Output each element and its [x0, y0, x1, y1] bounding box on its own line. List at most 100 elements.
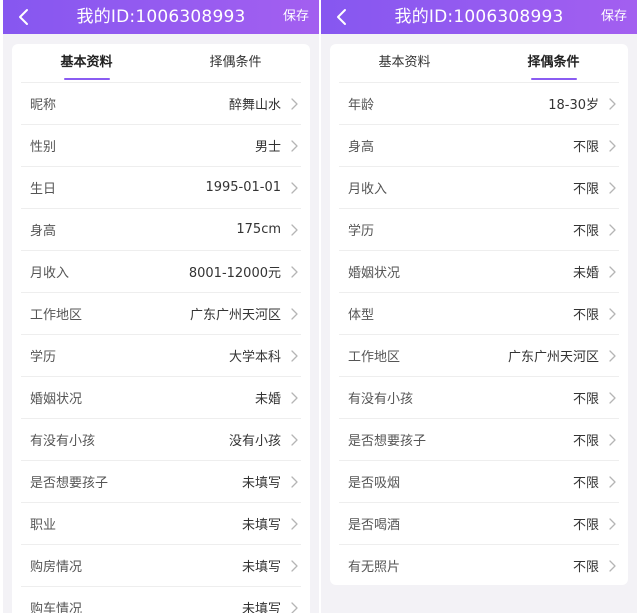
profile-field-list: 昵称 醉舞山水性别 男士生日 1995-01-01 身高 175cm 月收入 8001-120…	[12, 82, 310, 613]
page-title: 我的ID:1006308993	[394, 7, 564, 27]
chevron-right-icon	[607, 223, 617, 236]
tab-basic-info[interactable]: 基本资料	[330, 44, 479, 82]
field-label: 身高	[348, 140, 375, 155]
field-label: 性别	[30, 140, 57, 155]
chevron-right-icon	[607, 97, 617, 110]
field-value: 18-30岁	[548, 98, 599, 113]
page-title: 我的ID:1006308993	[76, 7, 246, 27]
field-label: 婚姻状况	[30, 392, 83, 407]
chevron-right-icon	[289, 475, 299, 488]
field-value: 没有小孩	[228, 434, 281, 449]
field-label: 有没有小孩	[30, 434, 96, 449]
field-label: 有没有小孩	[348, 392, 414, 407]
tab-label: 基本资料	[60, 55, 113, 70]
field-label: 月收入	[30, 266, 70, 281]
chevron-right-icon	[289, 559, 299, 572]
list-item[interactable]: 身高 175cm	[21, 208, 301, 250]
chevron-right-icon	[607, 433, 617, 446]
field-label: 生日	[30, 182, 57, 197]
chevron-right-icon	[289, 349, 299, 362]
save-button[interactable]: 保存	[283, 8, 309, 26]
chevron-right-icon	[607, 181, 617, 194]
app-header: 我的ID:1006308993 保存	[321, 0, 637, 34]
tab-basic-info[interactable]: 基本资料	[12, 44, 161, 82]
field-label: 是否想要孩子	[348, 434, 427, 449]
field-label: 年龄	[348, 98, 375, 113]
field-label: 工作地区	[30, 308, 83, 323]
criteria-field-list: 年龄 18-30岁 身高 不限 月收入 不限 学历 不限 婚姻状况 未婚 体型 不限 工作地区 广东广州天…	[330, 82, 628, 585]
field-label: 是否吸烟	[348, 476, 401, 491]
field-label: 体型	[348, 308, 375, 323]
list-item[interactable]: 生日 1995-01-01	[21, 166, 301, 208]
list-item[interactable]: 月收入 不限	[339, 166, 619, 208]
chevron-right-icon	[289, 223, 299, 236]
field-value: 不限	[572, 476, 599, 491]
list-item[interactable]: 是否吸烟 不限	[339, 460, 619, 502]
chevron-right-icon	[607, 475, 617, 488]
list-item[interactable]: 学历 不限	[339, 208, 619, 250]
field-value: 不限	[572, 434, 599, 449]
chevron-right-icon	[607, 559, 617, 572]
field-value: 未填写	[241, 476, 281, 491]
list-item[interactable]: 月收入 8001-12000元	[21, 250, 301, 292]
list-item[interactable]: 是否想要孩子 未填写	[21, 460, 301, 502]
list-item[interactable]: 有没有小孩 不限	[339, 376, 619, 418]
active-tab-indicator	[63, 78, 110, 80]
chevron-right-icon	[289, 433, 299, 446]
list-item[interactable]: 婚姻状况 未婚	[21, 376, 301, 418]
chevron-right-icon	[607, 349, 617, 362]
field-label: 是否喝酒	[348, 518, 401, 533]
list-item[interactable]: 体型 不限	[339, 292, 619, 334]
field-value: 1995-01-01	[205, 180, 281, 195]
app-header: 我的ID:1006308993 保存	[3, 0, 319, 34]
back-button[interactable]	[333, 8, 351, 26]
field-value: 未婚	[254, 392, 281, 407]
back-button[interactable]	[15, 8, 33, 26]
chevron-left-icon	[337, 9, 346, 25]
field-value: 广东广州天河区	[189, 308, 281, 323]
tab-partner-criteria[interactable]: 择偶条件	[161, 44, 310, 82]
profile-screen-basic: 我的ID:1006308993 保存 基本资料 择偶条件 昵称 醉舞山水性别 男士生…	[3, 0, 319, 613]
list-item[interactable]: 工作地区 广东广州天河区	[339, 334, 619, 376]
field-value: 不限	[572, 140, 599, 155]
field-label: 学历	[348, 224, 375, 239]
field-value: 醉舞山水	[228, 98, 281, 113]
field-value: 男士	[254, 140, 281, 155]
list-item[interactable]: 年龄 18-30岁	[339, 82, 619, 124]
tab-label: 择偶条件	[527, 55, 580, 70]
list-item[interactable]: 是否想要孩子 不限	[339, 418, 619, 460]
chevron-left-icon	[19, 9, 28, 25]
field-value: 未婚	[572, 266, 599, 281]
field-label: 婚姻状况	[348, 266, 401, 281]
list-item[interactable]: 购车情况 未填写	[21, 586, 301, 613]
profile-screen-criteria: 我的ID:1006308993 保存 基本资料 择偶条件 年龄 18-30岁 身高不…	[321, 0, 637, 613]
chevron-right-icon	[289, 391, 299, 404]
profile-card: 基本资料 择偶条件 昵称 醉舞山水 性别 男士 生日 1995-01-01 身高 175cm 月…	[12, 44, 310, 613]
list-item[interactable]: 有没有小孩 没有小孩	[21, 418, 301, 460]
field-value: 大学本科	[228, 350, 281, 365]
tab-partner-criteria[interactable]: 择偶条件	[479, 44, 628, 82]
list-item[interactable]: 工作地区 广东广州天河区	[21, 292, 301, 334]
field-value: 广东广州天河区	[507, 350, 599, 365]
field-label: 是否想要孩子	[30, 476, 109, 491]
active-tab-indicator	[530, 78, 577, 80]
list-item[interactable]: 购房情况 未填写	[21, 544, 301, 586]
list-item[interactable]: 学历 大学本科	[21, 334, 301, 376]
save-button[interactable]: 保存	[601, 8, 627, 26]
list-item[interactable]: 婚姻状况 未婚	[339, 250, 619, 292]
tab-label: 基本资料	[378, 55, 431, 70]
field-label: 购房情况	[30, 560, 83, 575]
field-label: 学历	[30, 350, 57, 365]
criteria-card: 基本资料 择偶条件 年龄 18-30岁 身高 不限 月收入 不限 学历 不限 婚姻状况 未婚 体型不…	[330, 44, 628, 585]
list-item[interactable]: 昵称 醉舞山水	[21, 82, 301, 124]
chevron-right-icon	[289, 139, 299, 152]
chevron-right-icon	[289, 601, 299, 613]
field-value: 未填写	[241, 518, 281, 533]
list-item[interactable]: 职业 未填写	[21, 502, 301, 544]
list-item[interactable]: 是否喝酒 不限	[339, 502, 619, 544]
chevron-right-icon	[607, 307, 617, 320]
list-item[interactable]: 有无照片 不限	[339, 544, 619, 585]
list-item[interactable]: 身高 不限	[339, 124, 619, 166]
field-value: 8001-12000元	[188, 266, 281, 281]
list-item[interactable]: 性别 男士	[21, 124, 301, 166]
